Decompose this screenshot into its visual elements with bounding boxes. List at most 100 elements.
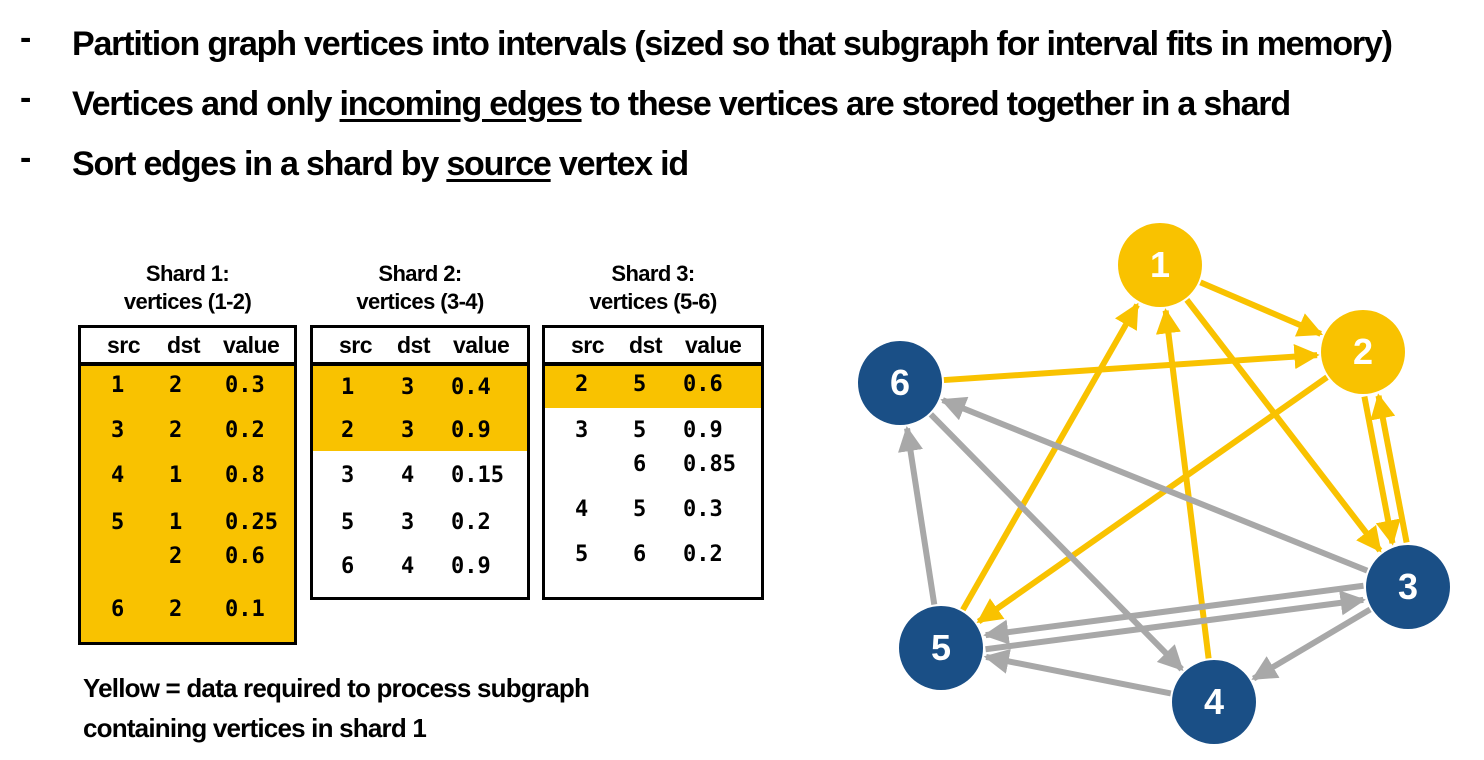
cell-dst: 3 [401,375,415,400]
cell-value: 0.6 [683,372,723,397]
cell-dst: 1 [169,463,183,488]
shard-title: Shard 1: vertices (1-2) [78,260,297,316]
cell-dst: 5 [633,418,647,443]
cell-src: 4 [111,463,125,488]
vertex-label: 6 [890,362,910,403]
cell-value: 0.2 [451,510,491,535]
graph-diagram: 1 2 3 4 5 6 [858,223,1450,744]
edge-5-to-6 [898,425,938,605]
shard-vertex-range: vertices (3-4) [356,289,484,314]
vertex-label: 3 [1398,566,1418,607]
cell-src: 1 [111,373,125,398]
table-header: src dst value [545,328,761,366]
column-header: value [685,332,742,358]
bullet-dash: - [20,18,31,57]
shard-name: Shard 1: [145,261,230,286]
bullet-item: - Sort edges in a shard by source vertex … [20,134,1470,194]
column-header: value [223,332,280,358]
cell-src: 5 [111,510,125,535]
bullet-text: to these vertices are stored together in… [581,84,1291,123]
cell-dst: 5 [633,497,647,522]
cell-src: 4 [575,497,589,522]
caption-line-1: Yellow = data required to process subgra… [83,673,590,703]
edge-1-to-2 [1199,279,1324,337]
cell-dst: 4 [401,554,415,579]
cell-value: 0.9 [683,418,723,443]
vertex-2: 2 [1321,310,1405,394]
shard-table: src dst value 2 5 0.6 3 5 0.9 6 0.85 4 5 0.3 5 6 0.2 [542,325,764,600]
vertex-5: 5 [899,606,983,690]
bullet-text: Partition graph vertices into intervals … [72,24,1393,63]
column-header: value [453,332,510,358]
cell-value: 0.9 [451,418,491,443]
vertex-label: 1 [1150,244,1170,285]
column-header: dst [397,332,431,358]
bullet-dash: - [20,78,31,117]
shard-vertex-range: vertices (5-6) [589,289,717,314]
edge-6-to-2 [943,344,1320,384]
cell-value: 0.85 [683,452,736,477]
cell-value: 0.6 [225,544,265,569]
vertex-1: 1 [1118,223,1202,307]
cell-src: 2 [575,372,589,397]
bullet-item: - Vertices and only incoming edges to the… [20,74,1470,134]
edge-3-to-5 [983,582,1364,645]
caption-line-2: containing vertices in shard 1 [83,713,427,743]
shard-name: Shard 3: [611,261,695,286]
cell-dst: 5 [633,372,647,397]
shard-title: Shard 3: vertices (5-6) [542,260,764,316]
cell-dst: 3 [401,418,415,443]
cell-dst: 6 [633,542,647,567]
cell-value: 0.9 [451,554,491,579]
cell-dst: 2 [169,544,183,569]
cell-src: 3 [111,418,125,443]
cell-dst: 4 [401,463,415,488]
cell-dst: 1 [169,510,183,535]
column-header: dst [629,332,663,358]
cell-src: 6 [341,554,355,579]
underlined-text: source [446,144,552,183]
bullet-dash: - [20,138,31,177]
edge-5-to-3 [985,590,1366,653]
edge-3-to-2 [1370,393,1410,544]
cell-src: 3 [341,463,355,488]
cell-src: 2 [341,418,355,443]
cell-value: 0.3 [683,497,723,522]
cell-value: 0.2 [683,542,723,567]
cell-dst: 2 [169,418,183,443]
cell-dst: 2 [169,597,183,622]
column-header: dst [167,332,201,358]
cell-dst: 6 [633,452,647,477]
vertex-label: 4 [1204,681,1224,722]
cell-value: 0.4 [451,375,491,400]
edge-3-to-6 [940,396,1369,574]
cell-value: 0.1 [225,597,265,622]
column-header: src [571,332,605,358]
cell-src: 5 [341,510,355,535]
underlined-text: incoming edges [339,84,583,123]
cell-value: 0.8 [225,463,265,488]
bullet-list: - Partition graph vertices into intervals… [20,14,1470,194]
bullet-text: Sort edges in a shard by [72,144,447,183]
cell-dst: 3 [401,510,415,535]
edge-3-to-4 [1251,606,1372,682]
caption: Yellow = data required to process subgra… [83,668,703,748]
bullet-text: vertex id [550,144,689,183]
shard-table: src dst value 1 2 0.3 3 2 0.2 4 1 0.8 5 1 0.25 2 0.6 6 2 0.… [78,325,297,645]
table-header: src dst value [313,328,527,366]
vertex-4: 4 [1172,660,1256,744]
vertex-6: 6 [858,341,942,425]
cell-value: 0.15 [451,463,504,488]
shard-title: Shard 2: vertices (3-4) [310,260,530,316]
column-header: src [339,332,373,358]
cell-value: 0.25 [225,510,278,535]
cell-value: 0.3 [225,373,265,398]
edge-4-to-5 [983,648,1172,697]
shard-name: Shard 2: [378,261,462,286]
shard-vertex-range: vertices (1-2) [123,289,252,314]
vertex-label: 5 [931,627,951,668]
column-header: src [107,332,141,358]
edge-2-to-3 [1361,395,1401,546]
cell-src: 1 [341,375,355,400]
cell-src: 6 [111,597,125,622]
